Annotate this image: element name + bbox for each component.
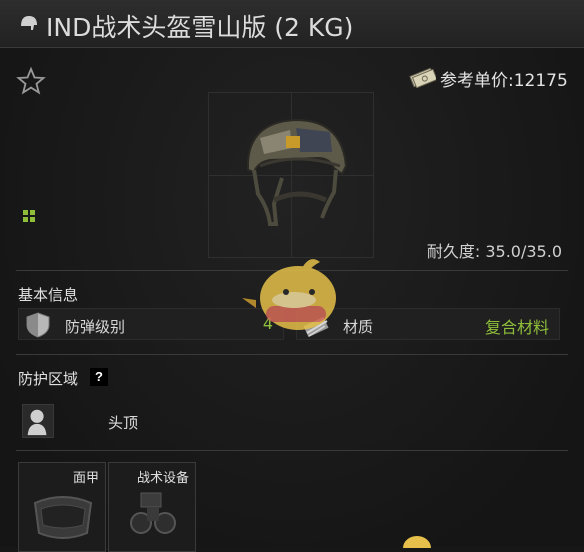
mascot-watermark — [242, 259, 336, 330]
slot-faceshield[interactable]: 面甲 — [18, 462, 106, 552]
helmet-icon — [21, 16, 37, 30]
mascot-fragment — [403, 536, 431, 548]
protection-title: 防护区域 — [18, 370, 79, 388]
slot-label: 战术设备 — [136, 471, 189, 486]
head-silhouette-icon — [22, 404, 54, 438]
shield-icon — [26, 312, 50, 338]
durability-label: 耐久度: 35.0/35.0 — [426, 242, 562, 261]
slot-tactical-device[interactable]: 战术设备 — [108, 462, 196, 552]
faceshield-icon — [33, 496, 93, 539]
reference-price: 参考单价:12175 — [440, 71, 568, 91]
night-vision-icon — [130, 492, 176, 534]
material-value: 复合材料 — [484, 318, 549, 337]
grid-size-icon — [23, 210, 35, 222]
money-icon — [409, 67, 436, 88]
divider — [16, 354, 568, 355]
star-icon[interactable] — [16, 66, 46, 96]
divider — [16, 450, 568, 451]
basic-info-title: 基本信息 — [18, 286, 79, 304]
slot-label: 面甲 — [72, 471, 99, 486]
help-badge[interactable]: ? — [90, 368, 108, 386]
helmet-image — [246, 118, 348, 226]
title-bar: IND战术头盔雪山版 (2 KG) — [0, 0, 584, 48]
zone-label: 头顶 — [108, 414, 139, 432]
window-title: IND战术头盔雪山版 (2 KG) — [46, 13, 354, 42]
armor-class-label: 防弹级别 — [65, 318, 126, 336]
